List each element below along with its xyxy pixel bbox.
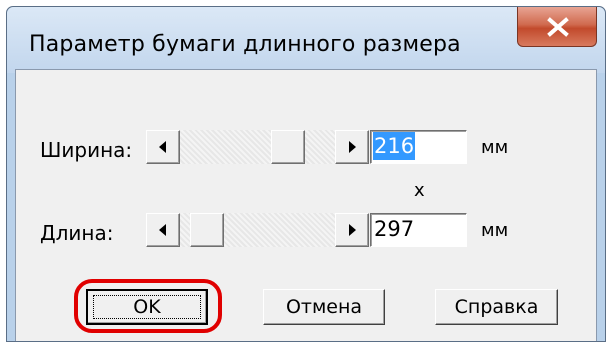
- cancel-button-label: Отмена: [285, 296, 363, 318]
- arrow-left-icon: [159, 141, 166, 153]
- width-scroll-right-button[interactable]: [335, 130, 369, 164]
- length-label: Длина:: [40, 221, 114, 245]
- length-scroll-right-button[interactable]: [335, 213, 369, 247]
- dialog-window: Параметр бумаги длинного размера Ширина:…: [6, 6, 606, 342]
- close-button[interactable]: [517, 7, 597, 47]
- window-title: Параметр бумаги длинного размера: [29, 32, 461, 57]
- width-scrollbar[interactable]: [146, 130, 369, 164]
- length-input[interactable]: 297: [370, 213, 467, 247]
- close-icon: [547, 17, 569, 37]
- ok-button[interactable]: OK: [86, 289, 208, 325]
- dialog-body: Ширина: 216 мм x Длина: 297 мм OK Отмена…: [15, 69, 597, 341]
- arrow-right-icon: [349, 224, 356, 236]
- cancel-button[interactable]: Отмена: [263, 289, 385, 325]
- width-input-value: 216: [373, 132, 416, 160]
- length-scrollbar[interactable]: [146, 213, 369, 247]
- width-unit: мм: [481, 137, 509, 158]
- help-button-label: Справка: [454, 296, 539, 318]
- arrow-right-icon: [349, 141, 356, 153]
- length-input-value: 297: [374, 217, 415, 241]
- focus-rectangle: [93, 295, 201, 319]
- length-unit: мм: [481, 220, 509, 241]
- length-scroll-thumb[interactable]: [190, 213, 224, 247]
- length-scroll-left-button[interactable]: [146, 213, 180, 247]
- width-scroll-left-button[interactable]: [146, 130, 180, 164]
- width-label: Ширина:: [40, 138, 133, 162]
- width-input[interactable]: 216: [370, 130, 467, 164]
- arrow-left-icon: [159, 224, 166, 236]
- title-bar[interactable]: Параметр бумаги длинного размера: [7, 7, 605, 73]
- width-scroll-thumb[interactable]: [271, 130, 305, 164]
- help-button[interactable]: Справка: [435, 289, 558, 325]
- size-separator: x: [414, 180, 425, 201]
